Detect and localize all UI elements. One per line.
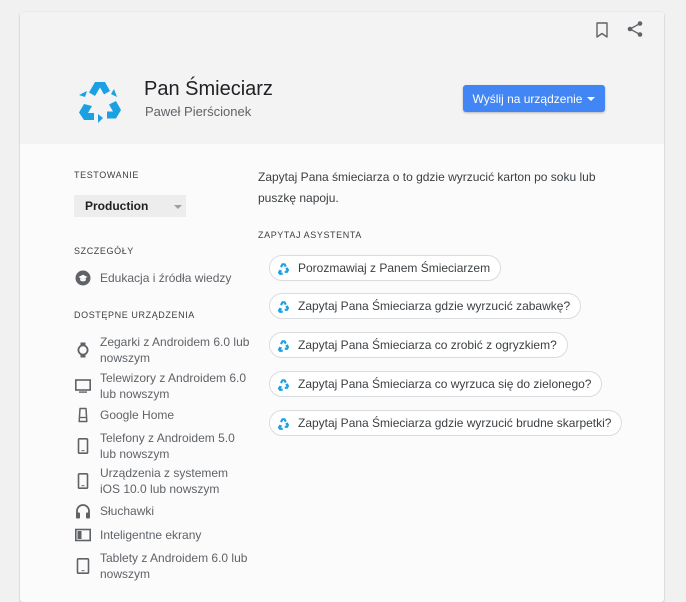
device-label: Telefony z Androidem 5.0	[100, 431, 235, 445]
details-label: SZCZEGÓŁY	[74, 246, 134, 256]
category-label: Edukacja i źródła wiedzy	[100, 271, 232, 285]
tv-icon	[75, 379, 91, 393]
phone-icon	[77, 473, 89, 489]
device-label: Zegarki z Androidem 6.0 lub	[100, 335, 250, 349]
device-label: Telewizory z Androidem 6.0	[100, 371, 247, 385]
recycle-icon	[79, 82, 121, 123]
version-select-value: Production	[85, 199, 149, 213]
suggestion-chip[interactable]: Zapytaj Pana Śmieciarza co wyrzuca się d…	[269, 371, 603, 397]
tablet-icon	[76, 558, 90, 574]
device-label-line2: lub nowszym	[100, 447, 170, 461]
recycle-icon	[277, 378, 290, 391]
testing-label: TESTOWANIE	[74, 170, 140, 180]
suggestion-label: Zapytaj Pana Śmieciarza gdzie wyrzucić z…	[298, 299, 571, 313]
devices-label: DOSTĘPNE URZĄDZENIA	[74, 310, 195, 320]
recycle-icon	[277, 262, 290, 275]
suggestion-label: Zapytaj Pana Śmieciarza gdzie wyrzucić b…	[298, 416, 612, 430]
suggestion-chip[interactable]: Zapytaj Pana Śmieciarza gdzie wyrzucić b…	[269, 410, 623, 436]
device-label-line2: lub nowszym	[100, 387, 170, 401]
share-icon[interactable]	[626, 20, 644, 38]
send-to-device-button[interactable]: Wyślij na urządzenie	[463, 85, 605, 112]
device-label: Słuchawki	[100, 504, 155, 518]
device-label-line2: nowszym	[100, 567, 151, 581]
suggestion-chip[interactable]: Zapytaj Pana Śmieciarza co zrobić z ogry…	[269, 332, 568, 358]
ask-assistant-label: ZAPYTAJ ASYSTENTA	[258, 230, 362, 240]
send-to-device-label: Wyślij na urządzenie	[472, 91, 583, 106]
action-description: Zapytaj Pana śmieciarza o to gdzie wyrzu…	[258, 170, 596, 205]
bookmark-icon[interactable]	[594, 21, 610, 39]
suggestion-label: Zapytaj Pana Śmieciarza co wyrzuca się d…	[298, 377, 592, 391]
device-label-line2: nowszym	[100, 351, 151, 365]
suggestion-label: Zapytaj Pana Śmieciarza co zrobić z ogry…	[298, 338, 557, 352]
education-icon	[75, 270, 91, 286]
caret-down-icon	[587, 97, 596, 101]
card-header: Pan Śmieciarz Paweł Pierścionek Wyślij n…	[20, 12, 664, 144]
chevron-down-icon	[174, 205, 182, 209]
recycle-icon	[277, 417, 290, 430]
device-label-line2: iOS 10.0 lub nowszym	[100, 482, 220, 496]
author-name: Paweł Pierścionek	[145, 104, 252, 119]
device-label: Inteligentne ekrany	[100, 528, 202, 542]
device-label: Tablety z Androidem 6.0 lub	[100, 551, 248, 565]
suggestion-chip[interactable]: Porozmawiaj z Panem Śmieciarzem	[269, 255, 502, 281]
recycle-icon	[277, 339, 290, 352]
device-label: Urządzenia z systemem	[100, 466, 229, 480]
watch-icon	[77, 342, 89, 358]
speaker-icon	[78, 407, 88, 423]
suggestion-label: Porozmawiaj z Panem Śmieciarzem	[298, 261, 491, 275]
headphones-icon	[76, 504, 90, 519]
version-select[interactable]: Production	[74, 195, 186, 217]
phone-icon	[77, 438, 89, 454]
suggestion-chip[interactable]: Zapytaj Pana Śmieciarza gdzie wyrzucić z…	[269, 293, 582, 319]
smart-display-icon	[75, 528, 91, 542]
page-title: Pan Śmieciarz	[144, 78, 273, 100]
recycle-icon	[277, 300, 290, 313]
device-label: Google Home	[100, 408, 175, 422]
action-card: Pan Śmieciarz Paweł Pierścionek Wyślij n…	[20, 12, 664, 602]
